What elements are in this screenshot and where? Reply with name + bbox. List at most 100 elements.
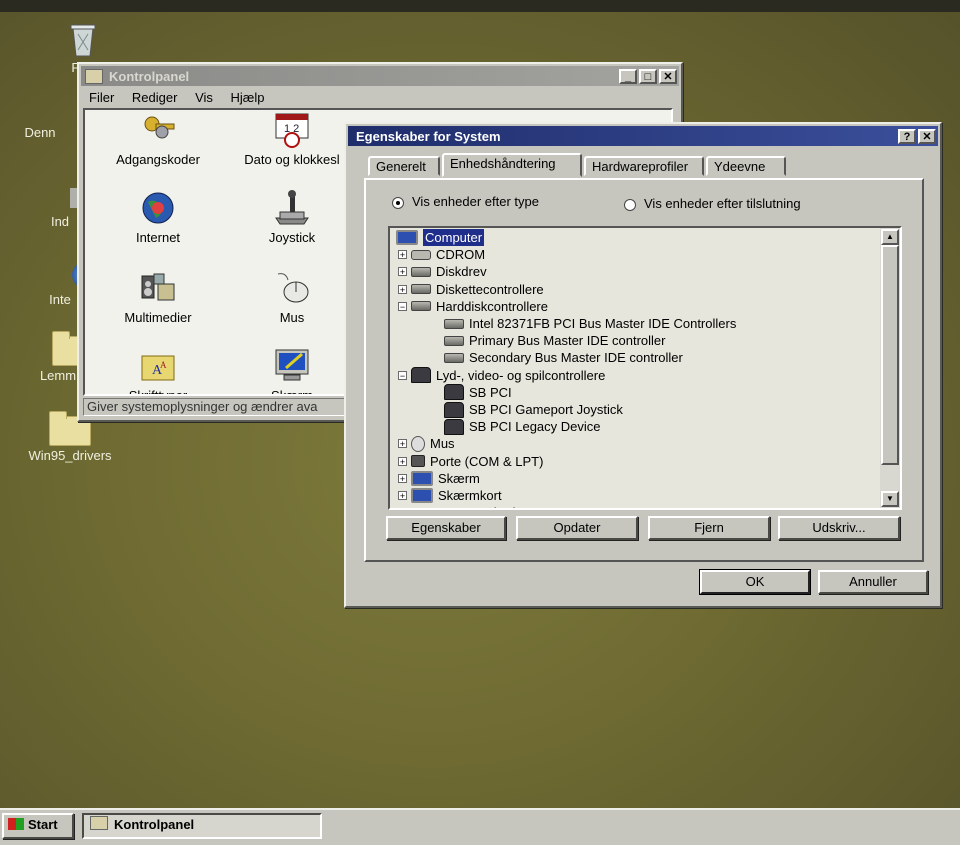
tab-strip: Generelt Enhedshåndtering Hardwareprofil… bbox=[364, 153, 924, 178]
tree-item-label: SB PCI Legacy Device bbox=[469, 419, 601, 435]
expand-icon[interactable]: + bbox=[398, 456, 407, 466]
device-icon bbox=[411, 435, 425, 452]
properties-button[interactable]: Egenskaber bbox=[386, 516, 506, 540]
cp-item-multimedier[interactable]: Multimedier bbox=[93, 270, 223, 325]
vertical-scrollbar[interactable]: ▲ ▼ bbox=[880, 228, 900, 508]
tree-item[interactable]: − Lyd-, video- og spilcontrollere bbox=[398, 367, 605, 384]
expand-icon[interactable]: + bbox=[398, 250, 407, 260]
tree-item[interactable]: Intel 82371FB PCI Bus Master IDE Control… bbox=[444, 315, 736, 332]
tab-ydeevne[interactable]: Ydeevne bbox=[706, 156, 786, 176]
menu-rediger[interactable]: Rediger bbox=[132, 90, 178, 105]
radio-button-selected[interactable] bbox=[392, 196, 404, 209]
taskbar-button-label: Kontrolpanel bbox=[114, 817, 195, 832]
collapse-icon[interactable]: − bbox=[398, 301, 407, 311]
control-panel-icon bbox=[90, 816, 108, 830]
menu-vis[interactable]: Vis bbox=[195, 90, 213, 105]
tree-item-label: Porte (COM & LPT) bbox=[430, 453, 544, 469]
menu-filer[interactable]: Filer bbox=[89, 90, 114, 105]
device-icon bbox=[411, 301, 431, 312]
tree-item[interactable]: Computer bbox=[396, 229, 485, 246]
cp-item-internet[interactable]: Internet bbox=[93, 190, 223, 245]
start-button[interactable]: Start bbox=[2, 813, 74, 839]
expand-icon[interactable]: + bbox=[398, 491, 407, 501]
tree-item-label: Mus bbox=[430, 436, 455, 452]
tree-item[interactable]: + Skærmkort bbox=[398, 487, 502, 504]
tree-item[interactable]: SB PCI bbox=[444, 384, 512, 401]
system-properties-dialog[interactable]: Egenskaber for System ? ✕ Generelt Enhed… bbox=[344, 122, 942, 608]
tree-item[interactable]: Secondary Bus Master IDE controller bbox=[444, 349, 683, 366]
minimize-button[interactable]: _ bbox=[619, 68, 637, 84]
cp-item-dato-og-klokkeslaet[interactable]: 1 2 Dato og klokkesl bbox=[227, 112, 357, 167]
tree-item[interactable]: SB PCI Legacy Device bbox=[444, 418, 601, 435]
cp-item-joystick[interactable]: Joystick bbox=[227, 190, 357, 245]
tree-item[interactable]: + Systemenheder bbox=[398, 504, 527, 510]
tab-enhedshaandtering[interactable]: Enhedshåndtering bbox=[442, 153, 582, 177]
scroll-thumb[interactable] bbox=[881, 245, 899, 465]
tree-item[interactable]: Primary Bus Master IDE controller bbox=[444, 332, 666, 349]
cp-item-label: Dato og klokkesl bbox=[244, 152, 340, 167]
expand-icon[interactable]: + bbox=[398, 473, 407, 483]
ok-button[interactable]: OK bbox=[699, 569, 811, 595]
tab-hardwareprofiler[interactable]: Hardwareprofiler bbox=[584, 156, 704, 176]
desktop-icon-label: Ind bbox=[50, 214, 70, 229]
joystick-icon bbox=[272, 190, 312, 226]
globe-icon bbox=[138, 190, 178, 226]
refresh-button[interactable]: Opdater bbox=[516, 516, 638, 540]
tab-generelt[interactable]: Generelt bbox=[368, 156, 440, 176]
device-icon bbox=[411, 488, 433, 503]
radio-view-by-type[interactable]: Vis enheder efter type bbox=[392, 194, 539, 209]
desktop-icon-label: Denn bbox=[24, 125, 56, 140]
button-label: Fjern bbox=[694, 520, 724, 535]
help-button[interactable]: ? bbox=[898, 128, 916, 144]
tree-item[interactable]: + Porte (COM & LPT) bbox=[398, 453, 543, 470]
device-icon bbox=[411, 507, 431, 508]
device-icon bbox=[411, 266, 431, 277]
collapse-icon[interactable]: − bbox=[398, 370, 407, 380]
dialog-title: Egenskaber for System bbox=[356, 128, 501, 144]
fonts-folder-icon: AA bbox=[138, 348, 178, 384]
cp-item-skrifttyper[interactable]: AA Skrifttyper bbox=[93, 348, 223, 394]
close-button[interactable]: ✕ bbox=[918, 128, 936, 144]
device-manager-panel: Vis enheder efter type Vis enheder efter… bbox=[364, 178, 924, 562]
device-tree[interactable]: Computer + CDROM + Diskdrev + Diskettecontroll… bbox=[388, 226, 902, 510]
tree-item[interactable]: + Diskettecontrollere bbox=[398, 281, 544, 298]
cp-item-skaerm[interactable]: Skærm bbox=[227, 348, 357, 394]
tree-item[interactable]: + CDROM bbox=[398, 246, 485, 263]
desktop-icon-folder-win95-drivers[interactable]: Win95_drivers bbox=[20, 411, 120, 463]
cp-item-adgangskoder[interactable]: Adgangskoder bbox=[93, 112, 223, 167]
device-icon bbox=[444, 384, 464, 401]
print-button[interactable]: Udskriv... bbox=[778, 516, 900, 540]
expand-icon[interactable]: + bbox=[398, 439, 407, 449]
tree-item-label: Skærm bbox=[438, 470, 480, 486]
system-properties-titlebar[interactable]: Egenskaber for System ? ✕ bbox=[348, 126, 938, 146]
cancel-button[interactable]: Annuller bbox=[818, 570, 928, 594]
start-label: Start bbox=[28, 817, 58, 832]
tree-item[interactable]: + Skærm bbox=[398, 470, 480, 487]
scroll-down-button[interactable]: ▼ bbox=[881, 491, 899, 507]
cp-item-label: Joystick bbox=[268, 230, 316, 245]
menu-bar: Filer Rediger Vis Hjælp bbox=[79, 88, 681, 108]
scroll-up-button[interactable]: ▲ bbox=[881, 229, 899, 245]
cp-item-label: Internet bbox=[135, 230, 181, 245]
desktop-icon-my-computer[interactable]: Denn bbox=[10, 125, 70, 140]
tree-item-label: SB PCI bbox=[469, 384, 512, 400]
radio-view-by-connection[interactable]: Vis enheder efter tilslutning bbox=[624, 196, 801, 211]
radio-button[interactable] bbox=[624, 198, 636, 211]
expand-icon[interactable]: + bbox=[398, 267, 407, 277]
cp-item-mus[interactable]: Mus bbox=[227, 270, 357, 325]
tree-item[interactable]: + Diskdrev bbox=[398, 263, 487, 280]
maximize-button[interactable]: □ bbox=[639, 68, 657, 84]
tree-item[interactable]: − Harddiskcontrollere bbox=[398, 298, 548, 315]
taskbar-button-kontrolpanel[interactable]: Kontrolpanel bbox=[82, 813, 322, 839]
expand-icon[interactable]: + bbox=[398, 508, 407, 510]
tree-item[interactable]: SB PCI Gameport Joystick bbox=[444, 401, 623, 418]
tree-item[interactable]: + Mus bbox=[398, 435, 455, 452]
close-button[interactable]: ✕ bbox=[659, 68, 677, 84]
expand-icon[interactable]: + bbox=[398, 284, 407, 294]
control-panel-titlebar[interactable]: Kontrolpanel _ □ ✕ bbox=[81, 66, 679, 86]
radio-label: Vis enheder efter type bbox=[412, 194, 539, 209]
tab-label: Enhedshåndtering bbox=[450, 156, 556, 171]
menu-hjaelp[interactable]: Hjælp bbox=[231, 90, 265, 105]
desktop-icon-label: Inte bbox=[49, 292, 71, 307]
remove-button[interactable]: Fjern bbox=[648, 516, 770, 540]
